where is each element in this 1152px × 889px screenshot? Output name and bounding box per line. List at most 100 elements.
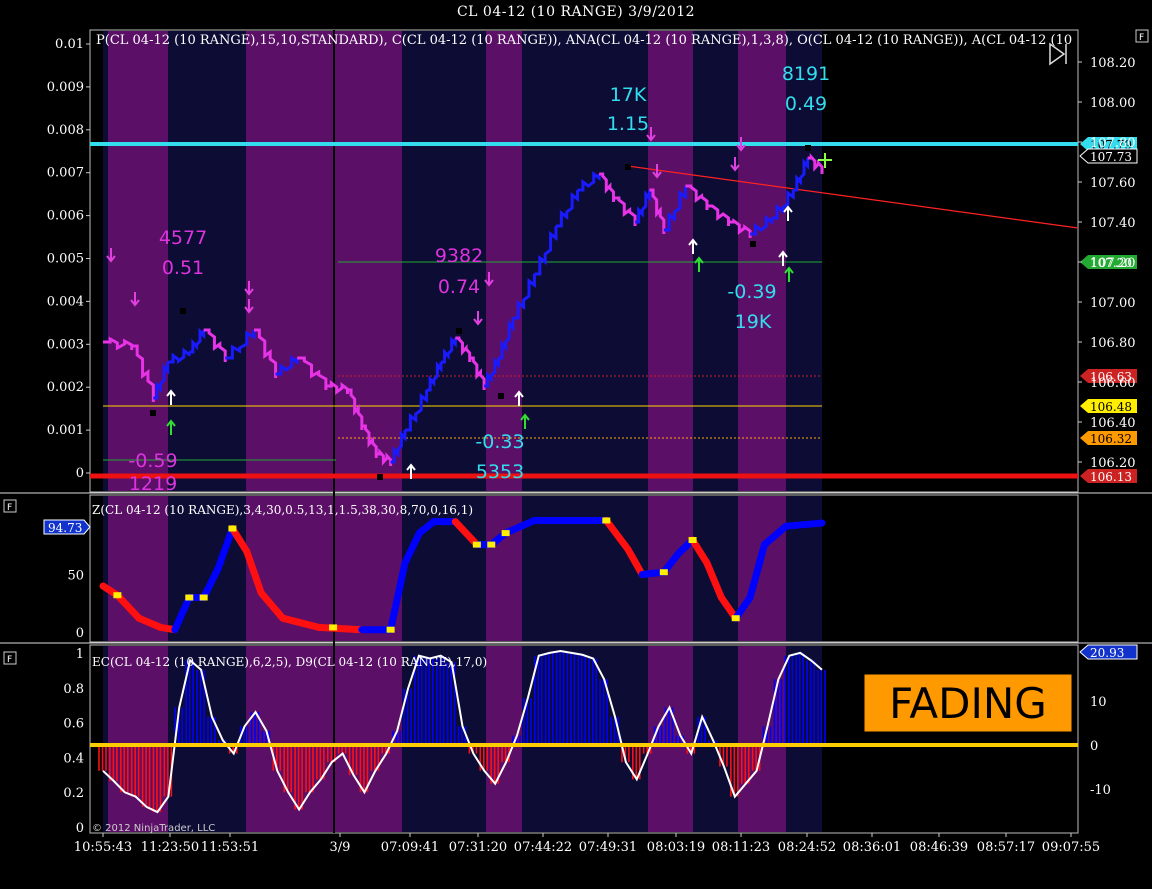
right-tick-label: 107.80 [1090,136,1136,151]
price-marker-label: 106.32 [1090,432,1132,446]
z-turn-marker [199,594,208,601]
right-tick-label: 107.20 [1090,256,1136,271]
swing-point [498,393,504,399]
right-tick-label: 106.20 [1090,456,1136,471]
left-tick-label: 0.005 [47,252,84,267]
z-turn-marker [487,541,496,548]
z-turn-marker [113,592,122,599]
z-turn-marker [731,615,740,622]
right-tick-label: 106.40 [1090,416,1136,431]
left-tick-label: 0.002 [47,380,84,395]
right-tick-label: 107.60 [1090,176,1136,191]
panel-flag-label: F [7,655,12,665]
z-tick-label: 0 [76,626,84,641]
left-tick-label: 0.003 [47,337,84,352]
session-band [335,646,402,832]
price-annotation: 0.51 [162,257,204,279]
z-turn-marker [228,525,237,532]
left-tick-label: 0.008 [47,123,84,138]
price-marker-label: 106.13 [1090,470,1132,484]
x-tick-label: 07:44:22 [514,840,572,855]
swing-point [456,328,462,334]
x-tick-label: 07:49:31 [579,840,637,855]
panel-flag-label: F [1139,33,1144,43]
session-band [246,31,334,491]
z-segment [782,519,826,530]
price-annotation: 4577 [159,227,207,249]
session-band [103,496,108,641]
ec-tick-label: 1 [76,647,84,662]
panel-flag-label: F [7,503,12,513]
x-tick-label: 08:57:17 [977,840,1035,855]
price-annotation: 5353 [476,461,524,483]
price-annotation: -0.33 [475,431,524,453]
session-band [693,496,738,641]
z-turn-marker [329,624,338,631]
z-turn-marker [688,537,697,543]
z-turn-marker [659,569,668,576]
z-segment [315,623,366,634]
x-tick-label: 08:46:39 [910,840,968,855]
copyright-text: © 2012 NinjaTrader, LLC [92,823,215,834]
right-tick-label: 107.40 [1090,216,1136,231]
x-tick-label: 09:07:55 [1042,840,1100,855]
session-band [738,496,786,641]
swing-point [750,241,756,247]
left-tick-label: 0.001 [47,423,84,438]
ec-tick-label: 0.6 [63,717,84,732]
session-band [486,31,522,491]
left-tick-label: 0.006 [47,209,84,224]
session-band [168,646,246,832]
session-band [648,31,693,491]
price-annotation: 0.74 [438,276,480,298]
session-band [103,646,108,832]
x-tick-label: 10:55:43 [74,840,132,855]
right-tick-label: 106.80 [1090,336,1136,351]
session-band [335,31,402,491]
ec-tick-label: 0 [76,821,84,836]
session-band [108,646,168,832]
session-band [693,646,738,832]
session-band [738,646,786,832]
session-band [103,31,108,491]
status-label: FADING [889,679,1047,728]
session-band [486,496,522,641]
swing-point [625,164,631,170]
z-turn-marker [472,541,481,548]
price-panel-title: P(CL 04-12 (10 RANGE),15,10,STANDARD), C… [96,33,1072,48]
session-band [402,496,486,641]
x-tick-label: 11:53:51 [201,840,259,855]
ec-tick-label: 0.4 [63,751,84,766]
x-tick-label: 08:36:01 [843,840,901,855]
price-annotation: 17K [610,84,647,106]
ec-value-label: 20.93 [1090,646,1124,660]
right-tick-label: 108.00 [1090,96,1136,111]
left-tick-label: 0 [76,466,84,481]
left-tick-label: 0.007 [47,166,84,181]
x-tick-label: 3/9 [330,840,351,855]
x-tick-label: 08:11:23 [712,840,770,855]
x-tick-label: 11:23:50 [141,840,199,855]
price-annotation: -0.59 [128,450,177,472]
ec-tick-label: 0.2 [63,786,84,801]
z-value-label: 94.73 [48,521,82,535]
ec-panel-title: EC(CL 04-12 (10 RANGE),6,2,5), D9(CL 04-… [92,655,487,669]
session-band [108,31,168,491]
session-band [738,31,786,491]
x-tick-label: 08:24:52 [778,840,836,855]
price-marker-label: 106.48 [1090,400,1132,414]
ec-tick-label: 0.8 [63,682,84,697]
z-turn-marker [386,626,395,633]
ec-right-tick-label: 10 [1090,695,1107,710]
ec-right-tick-label: 0 [1090,739,1098,754]
ec-right-tick-label: -10 [1090,783,1111,798]
right-tick-label: 107.00 [1090,296,1136,311]
price-annotation: 8191 [782,63,830,85]
z-turn-marker [501,530,510,537]
z-panel-title: Z(CL 04-12 (10 RANGE),3,4,30,0.5,13,1,1.… [92,503,473,517]
chart-canvas: 107.79107.73107.20106.63106.48106.32106.… [0,29,1152,855]
price-annotation: 9382 [435,245,483,267]
z-turn-marker [185,594,194,601]
x-tick-label: 07:09:41 [381,840,439,855]
right-tick-label: 106.60 [1090,376,1136,391]
